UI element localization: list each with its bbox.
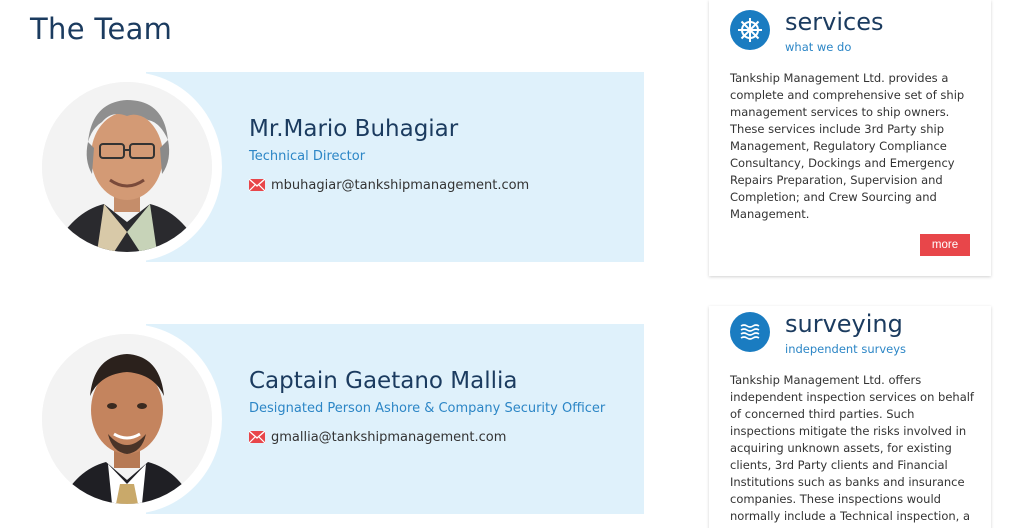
panel-subtitle: what we do xyxy=(785,40,852,54)
team-member-card: Mr.Mario Buhagiar Technical Director mbu… xyxy=(38,72,644,266)
panel-text: Tankship Management Ltd. offers independ… xyxy=(730,373,974,523)
team-member-card: Captain Gaetano Mallia Designated Person… xyxy=(38,324,644,518)
member-photo xyxy=(42,334,212,504)
photo-frame xyxy=(38,324,222,514)
panel-title: surveying xyxy=(785,310,903,338)
member-name: Captain Gaetano Mallia xyxy=(249,368,518,394)
ship-wheel-icon xyxy=(730,10,770,50)
envelope-icon xyxy=(248,428,266,447)
member-email-link[interactable]: gmallia@tankshipmanagement.com xyxy=(271,430,506,445)
photo-frame xyxy=(38,72,222,262)
services-panel: services what we do Tankship Management … xyxy=(709,0,991,276)
surveying-panel: surveying independent surveys Tankship M… xyxy=(709,306,991,528)
envelope-icon xyxy=(248,176,266,195)
more-button[interactable]: more xyxy=(920,234,970,256)
member-role: Designated Person Ashore & Company Secur… xyxy=(249,401,606,416)
panel-title: services xyxy=(785,8,884,36)
waves-icon xyxy=(730,312,770,352)
member-email-link[interactable]: mbuhagiar@tankshipmanagement.com xyxy=(271,178,529,193)
panel-text: Tankship Management Ltd. provides a comp… xyxy=(730,71,965,221)
member-role: Technical Director xyxy=(249,149,366,164)
panel-subtitle: independent surveys xyxy=(785,342,907,356)
member-name: Mr.Mario Buhagiar xyxy=(249,116,459,142)
member-photo xyxy=(42,82,212,252)
page-title: The Team xyxy=(30,12,173,46)
